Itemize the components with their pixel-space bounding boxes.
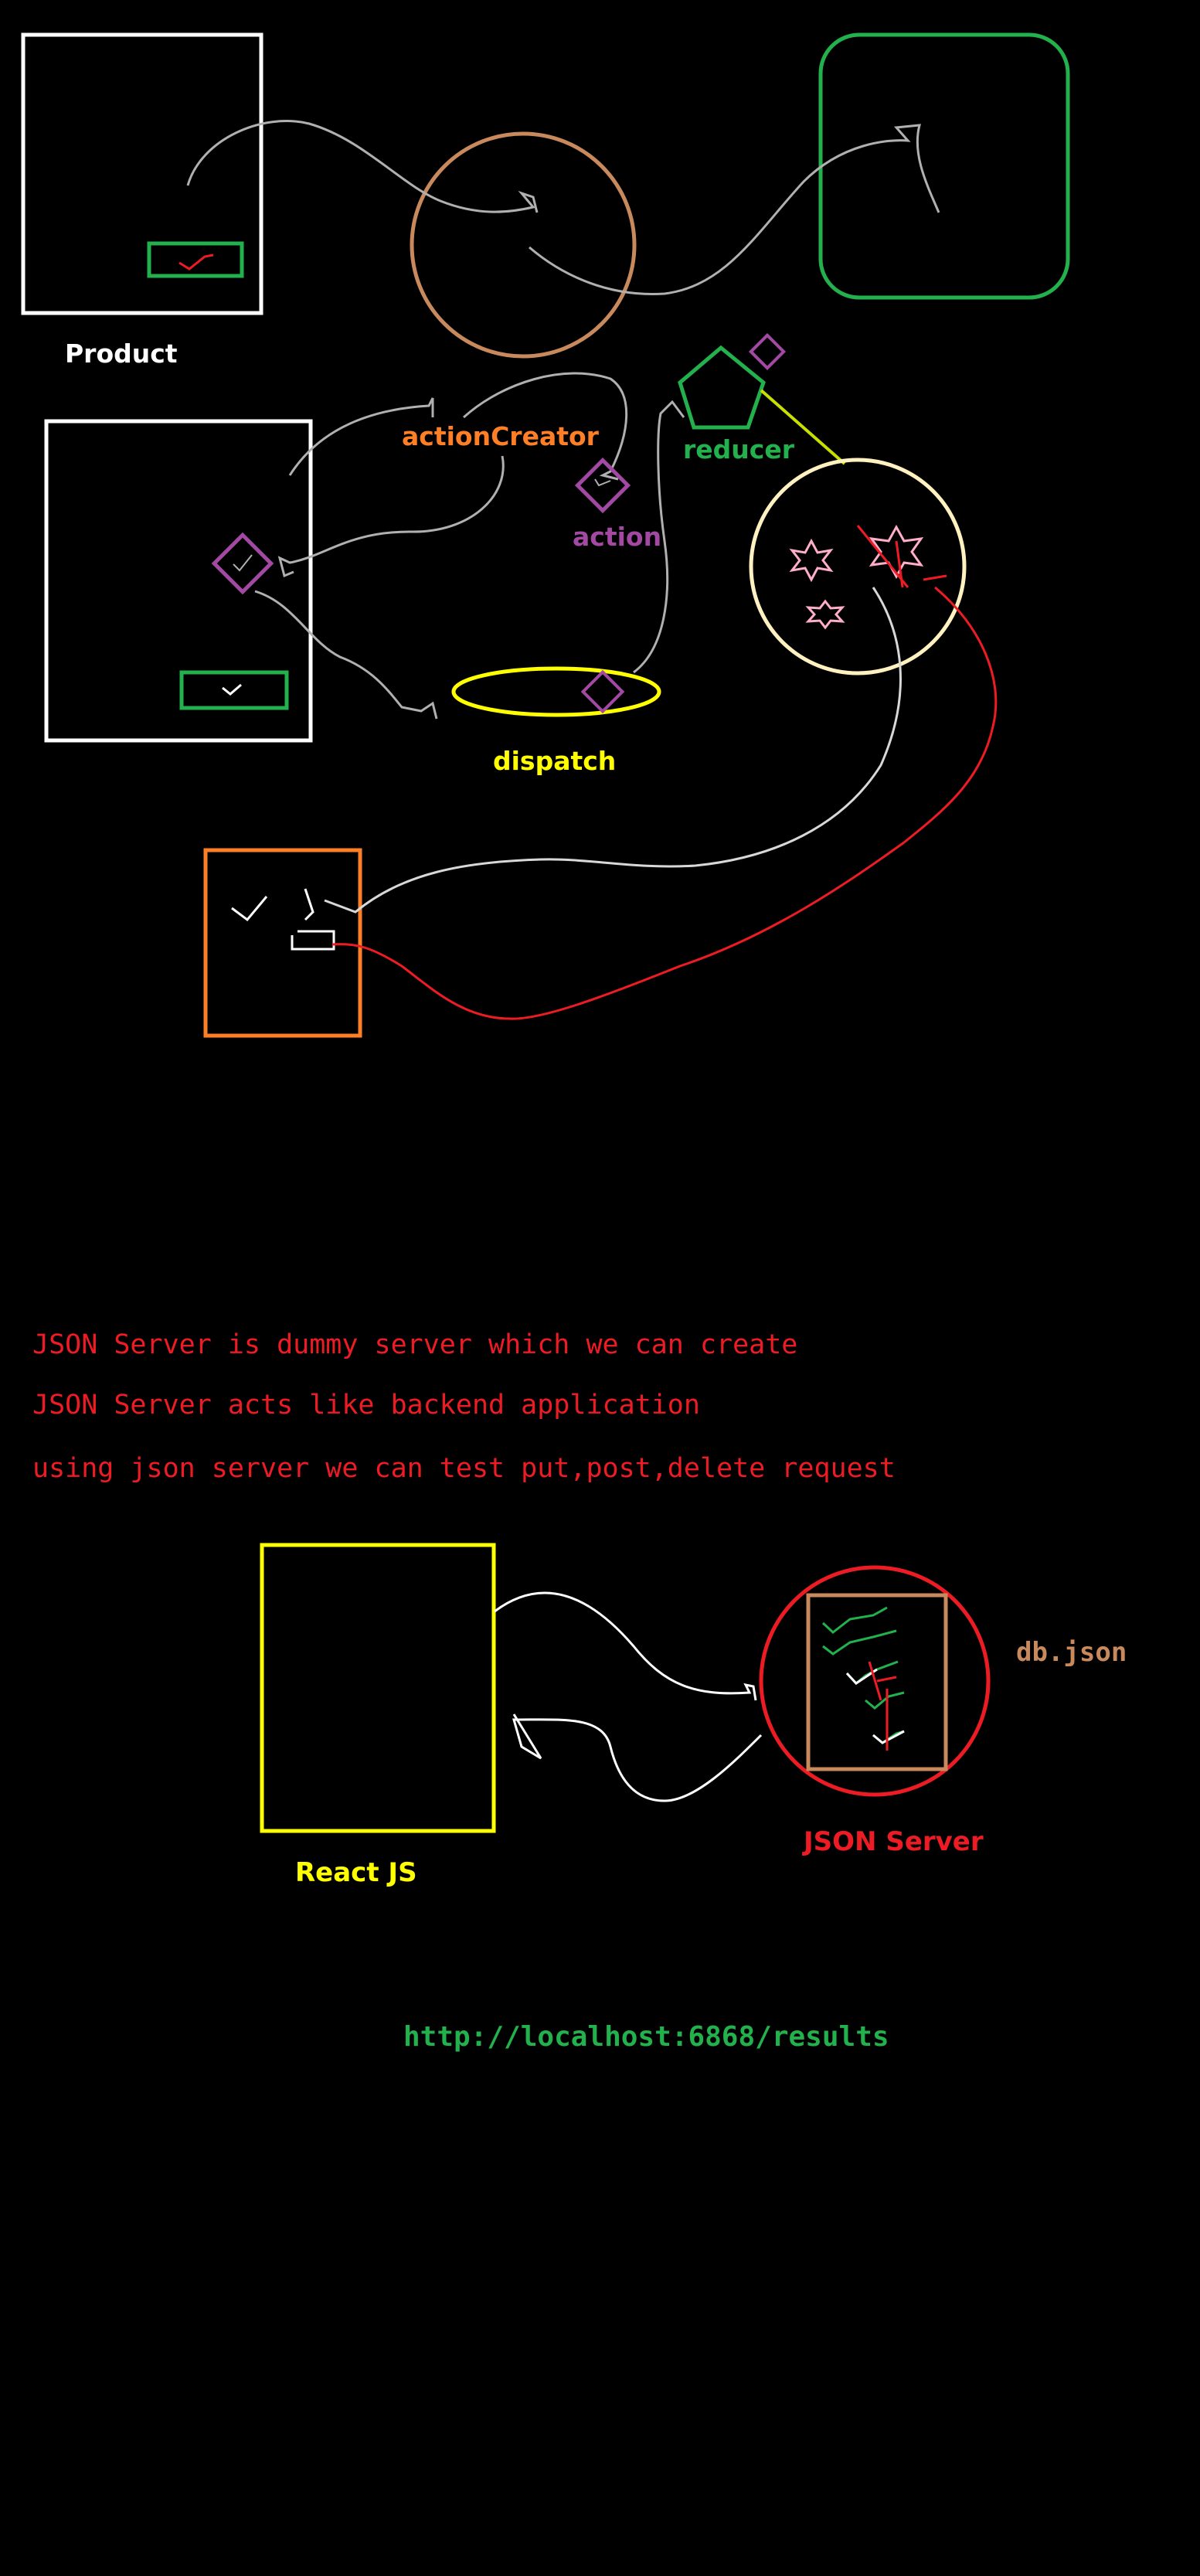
reducer-diamond: [748, 332, 787, 371]
curve-store-to-view: [529, 124, 940, 295]
react-js-box: [260, 1543, 496, 1833]
reducer-pentagon: [678, 345, 766, 430]
note-1: JSON Server is dummy server which we can…: [32, 1329, 798, 1360]
component-check-mark: [222, 683, 242, 696]
action-creator-label: actionCreator: [402, 421, 599, 451]
product-check-mark: [178, 254, 214, 271]
react-js-label: React JS: [295, 1857, 417, 1888]
dispatch-diamond: [580, 669, 625, 714]
orange-component-box: [203, 848, 362, 1038]
diamond-check: [233, 554, 253, 572]
note-2: JSON Server acts like backend applicatio…: [32, 1390, 700, 1421]
component-action-diamond: [211, 532, 274, 595]
component-box: [44, 419, 313, 743]
reducer-label: reducer: [683, 434, 794, 464]
view-rounded-box: [818, 32, 1070, 300]
dispatch-label: dispatch: [493, 746, 617, 776]
curve-actioncreator-to-component: [277, 455, 505, 578]
star-small-left: [789, 538, 834, 583]
action-diamond-mark: [594, 478, 611, 487]
curve-component-to-dispatch: [254, 590, 438, 720]
url-text: http://localhost:6868/results: [403, 2021, 889, 2053]
db-json-label: db.json: [1016, 1637, 1127, 1668]
curve-red-store-to-orange-box: [331, 586, 998, 1020]
star-small-bottom: [805, 599, 845, 630]
store-circle: [410, 131, 637, 359]
db-json-entries: [821, 1606, 905, 1744]
curve-product-to-store: [186, 120, 539, 213]
db-json-box: [806, 1593, 948, 1771]
note-3: using json server we can test put,post,d…: [32, 1453, 896, 1484]
orange-box-arrow-mark: [291, 888, 335, 951]
product-box: [21, 32, 263, 315]
action-diamond: [574, 457, 631, 514]
red-strike-lines: [856, 525, 947, 588]
whiteboard-canvas: [21, 32, 1070, 1833]
orange-box-check: [231, 896, 268, 922]
action-label: action: [573, 522, 662, 552]
json-server-label: JSON Server: [804, 1826, 984, 1857]
state-store-circle: [749, 458, 967, 675]
product-button: [147, 241, 244, 278]
curve-server-to-react: [512, 1713, 763, 1802]
product-label: Product: [65, 339, 178, 369]
dispatch-ellipse: [451, 666, 661, 717]
curve-react-to-server: [494, 1591, 757, 1701]
